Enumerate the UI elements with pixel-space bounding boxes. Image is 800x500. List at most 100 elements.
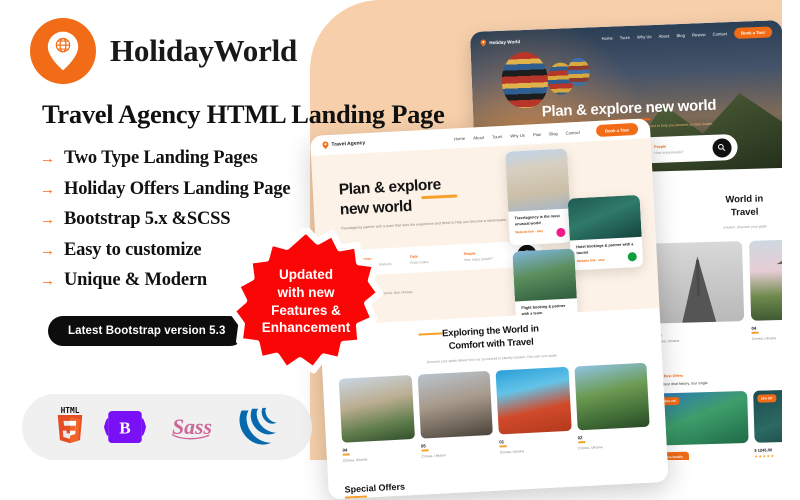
hot-air-balloon-large: [500, 51, 549, 109]
destination-card[interactable]: 04 Crimea, Ukraine: [338, 374, 416, 462]
nav-link-contact[interactable]: Contact: [713, 31, 728, 37]
bootstrap-icon: B: [104, 410, 147, 444]
hot-air-balloon-small: [567, 57, 591, 87]
updated-badge: Updated with new Features & Enhancement: [228, 226, 384, 376]
destination-card[interactable]: 02 Crimea, Ukraine: [573, 362, 651, 450]
nav-link-home[interactable]: Home: [601, 35, 612, 40]
destination-underline: [499, 445, 507, 448]
search-date-value: Enter Dates: [410, 259, 429, 265]
float-card[interactable]: Hotel bookings & partner with a tourist …: [567, 194, 644, 271]
arrow-right-icon: →: [40, 272, 55, 289]
destination-card[interactable]: 05 Crimea, Ukraine: [417, 370, 494, 458]
nav-link-home[interactable]: Home: [454, 135, 465, 141]
bootstrap-version-badge: Latest Bootstrap version 5.3: [48, 316, 246, 346]
search-field-people[interactable]: People How many people?: [463, 249, 518, 263]
feature-label: Easy to customize: [64, 239, 202, 260]
nav-link-blog[interactable]: Blog: [549, 131, 558, 136]
section-title-line2: Comfort with Travel: [448, 336, 534, 353]
tech-bootstrap: B: [104, 408, 147, 446]
background-white-right-edge: [782, 0, 800, 500]
starburst-shape: [228, 226, 384, 374]
green-mountain-photo: [573, 362, 650, 431]
map-pin-icon: [322, 141, 329, 149]
hero-title-line2: new world: [339, 198, 413, 219]
book-a-tour-button[interactable]: Book a Tour: [595, 122, 639, 138]
trevi-fountain-photo: [505, 148, 571, 212]
map-pin-globe-icon: [47, 31, 79, 71]
mockup-right-title-line1: World in: [725, 193, 764, 206]
nav-link-about[interactable]: About: [658, 33, 669, 38]
nav-link-tours[interactable]: Tours: [492, 133, 502, 139]
html5-icon: HTML: [57, 407, 83, 444]
destination-card[interactable]: 03 Crimea, Ukraine: [652, 241, 745, 344]
eiffel-tower-photo: [652, 241, 745, 324]
destination-number: 05: [420, 442, 426, 449]
mockup-tr-logo[interactable]: Holiday World: [480, 38, 520, 47]
mockup-right-title-line2: Travel: [730, 207, 759, 219]
destination-underline: [342, 453, 350, 456]
mockup-tr-nav-links: Home Tours Why Us About Blog Review Cont…: [601, 25, 773, 44]
nav-link-contact[interactable]: Contact: [565, 129, 580, 135]
osaka-castle-photo: [338, 374, 415, 443]
tech-jquery: [237, 407, 281, 447]
search-people-value: How many people?: [463, 256, 494, 263]
brand-logo: [30, 18, 96, 84]
search-field-date[interactable]: Date Enter Dates: [410, 252, 464, 265]
kayak-aerial-photo: [567, 194, 642, 241]
search-submit-button[interactable]: [712, 137, 732, 158]
tech-html5: HTML: [53, 407, 87, 447]
white-church-photo: [495, 366, 572, 435]
nav-link-blog[interactable]: Blog: [676, 32, 685, 37]
nav-link-about[interactable]: About: [473, 134, 484, 140]
destination-number: 04: [342, 447, 348, 453]
mockup-tr-logo-text: Holiday World: [489, 38, 521, 45]
arrow-right-icon: →: [40, 211, 55, 228]
nav-link-review[interactable]: Review: [692, 32, 706, 38]
offers-label: Best Offers: [663, 373, 684, 378]
search-people-value: How many people?: [654, 149, 684, 156]
svg-text:HTML: HTML: [60, 407, 79, 415]
hagia-sophia-photo: [417, 370, 493, 439]
feature-label: Holiday Offers Landing Page: [64, 178, 291, 199]
svg-text:Sass: Sass: [172, 415, 212, 439]
arrow-right-icon: →: [40, 180, 55, 198]
feature-label: Unique & Modern: [64, 270, 207, 290]
nav-link-tours[interactable]: Tours: [620, 34, 630, 39]
nav-link-why-us[interactable]: Why Us: [637, 34, 652, 40]
tech-sass: Sass: [164, 409, 220, 445]
brand-name: HolidayWorld: [110, 33, 298, 68]
page-title: Travel Agency HTML Landing Page: [42, 99, 445, 129]
offer-discount-badge: 25% Off: [756, 394, 777, 403]
float-card-body: Travelagency is the most unusual world W…: [508, 208, 572, 242]
arrow-right-icon: →: [40, 241, 55, 259]
nav-link-why-us[interactable]: Why Us: [510, 132, 525, 138]
destination-number: 01: [499, 438, 505, 445]
float-card-title: Travelagency is the most unusual world: [514, 214, 560, 227]
offers-label-row: Best Offers: [655, 368, 800, 379]
destination-underline: [421, 449, 429, 452]
search-field-people[interactable]: People How many people?: [654, 143, 713, 155]
book-a-tour-button[interactable]: Book a Tour: [733, 25, 773, 39]
search-icon: [718, 143, 726, 152]
destination-underline: [751, 332, 759, 334]
float-card[interactable]: Travelagency is the most unusual world W…: [505, 148, 572, 246]
mockup-right-destination-grid: 03 Crimea, Ukraine 04 Crimea, Ukraine: [638, 226, 800, 344]
destination-card[interactable]: 01 Crimea, Ukraine: [495, 366, 573, 454]
brand-header: HolidayWorld: [30, 18, 297, 84]
lake-mountains-photo: [512, 248, 577, 302]
nav-link-plan[interactable]: Plan: [533, 131, 542, 136]
destination-underline: [577, 441, 585, 444]
mockup-center-logo[interactable]: Travel Agency: [322, 139, 365, 149]
arrow-right-icon: →: [40, 150, 55, 167]
tech-stack-bar: HTML B Sass: [22, 394, 312, 460]
offers-description: The best deal history, tour single: [655, 381, 708, 387]
feature-label: Bootstrap 5.x &SCSS: [64, 209, 231, 229]
map-pin-icon: [480, 39, 487, 47]
mockup-right-title: World in Travel: [636, 166, 800, 223]
destination-number: 03: [654, 326, 744, 333]
feature-label: Two Type Landing Pages: [64, 148, 258, 168]
mockup-center-logo-text: Travel Agency: [331, 140, 366, 148]
svg-text:B: B: [120, 418, 131, 437]
jquery-icon: [239, 407, 278, 445]
destination-number: 02: [577, 434, 583, 440]
